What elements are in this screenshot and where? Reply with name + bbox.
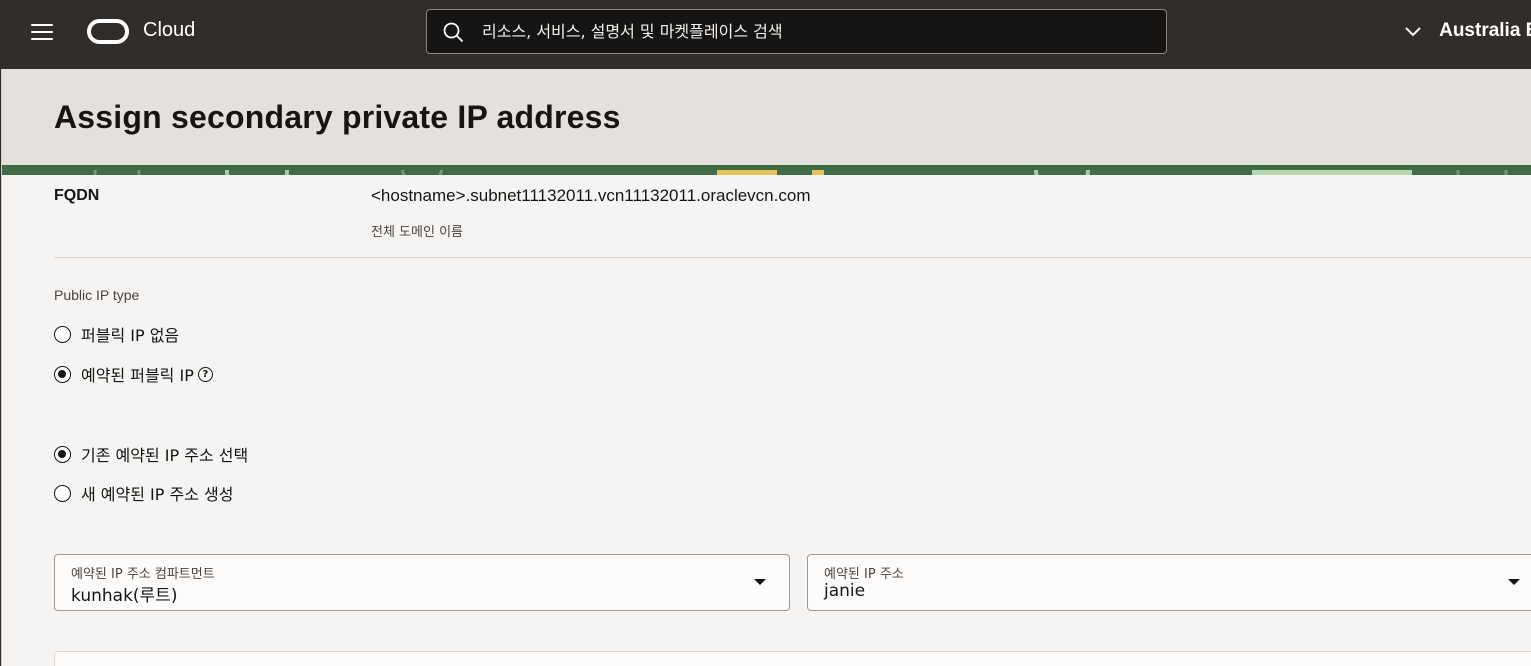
fqdn-value: <hostname>.subnet11132011.vcn11132011.or… <box>371 186 811 205</box>
compartment-select[interactable]: 예약된 IP 주소 컴파트먼트 kunhak(루트) <box>54 554 790 611</box>
radio-no-public-ip[interactable]: 퍼블릭 IP 없음 <box>54 323 179 345</box>
radio-reserved-public-ip[interactable]: 예약된 퍼블릭 IP ? <box>54 363 213 385</box>
chevron-down-icon <box>1405 27 1421 37</box>
oracle-logo[interactable] <box>87 19 129 44</box>
section-divider <box>54 257 1531 258</box>
radio-button-selected[interactable] <box>54 445 71 463</box>
assign-ip-panel: Assign secondary private IP address FQDN… <box>1 69 1531 666</box>
radio-button-selected[interactable] <box>54 365 71 383</box>
radio-label: 기존 예약된 IP 주소 선택 <box>81 446 249 465</box>
radio-label: 예약된 퍼블릭 IP <box>81 366 194 385</box>
reserved-ip-select-label: 예약된 IP 주소 <box>824 567 904 582</box>
brand-name[interactable]: Cloud <box>143 19 195 42</box>
panel-title: Assign secondary private IP address <box>54 99 621 135</box>
region-selector[interactable]: Australia E <box>1404 20 1531 46</box>
search-icon <box>443 22 463 42</box>
top-bar: Cloud Australia E <box>0 0 1531 69</box>
compartment-select-label: 예약된 IP 주소 컴파트먼트 <box>71 567 215 582</box>
fqdn-label: FQDN <box>54 187 100 204</box>
radio-existing-reserved-ip[interactable]: 기존 예약된 IP 주소 선택 <box>54 443 248 465</box>
caret-down-icon <box>1508 579 1520 585</box>
fqdn-help-text: 전체 도메인 이름 <box>371 225 463 240</box>
radio-button[interactable] <box>54 325 71 343</box>
radio-create-reserved-ip[interactable]: 새 예약된 IP 주소 생성 <box>54 482 233 504</box>
compartment-select-value: kunhak(루트) <box>71 586 178 606</box>
public-ip-type-label: Public IP type <box>54 287 140 303</box>
hamburger-menu-icon[interactable] <box>31 24 53 42</box>
radio-label: 새 예약된 IP 주소 생성 <box>81 485 234 504</box>
reserved-ip-select[interactable]: 예약된 IP 주소 janie <box>807 554 1531 611</box>
search-input[interactable] <box>482 10 1142 53</box>
banner-pattern <box>2 165 1531 175</box>
next-section-box <box>54 651 1531 666</box>
help-icon[interactable]: ? <box>197 366 213 382</box>
radio-button[interactable] <box>54 484 71 502</box>
caret-down-icon <box>754 579 766 585</box>
panel-header: Assign secondary private IP address <box>2 69 1531 165</box>
search-box[interactable] <box>426 9 1167 54</box>
region-label: Australia E <box>1439 20 1531 41</box>
reserved-ip-select-value: janie <box>824 581 866 601</box>
decorative-banner <box>2 165 1531 175</box>
radio-label: 퍼블릭 IP 없음 <box>81 326 180 345</box>
